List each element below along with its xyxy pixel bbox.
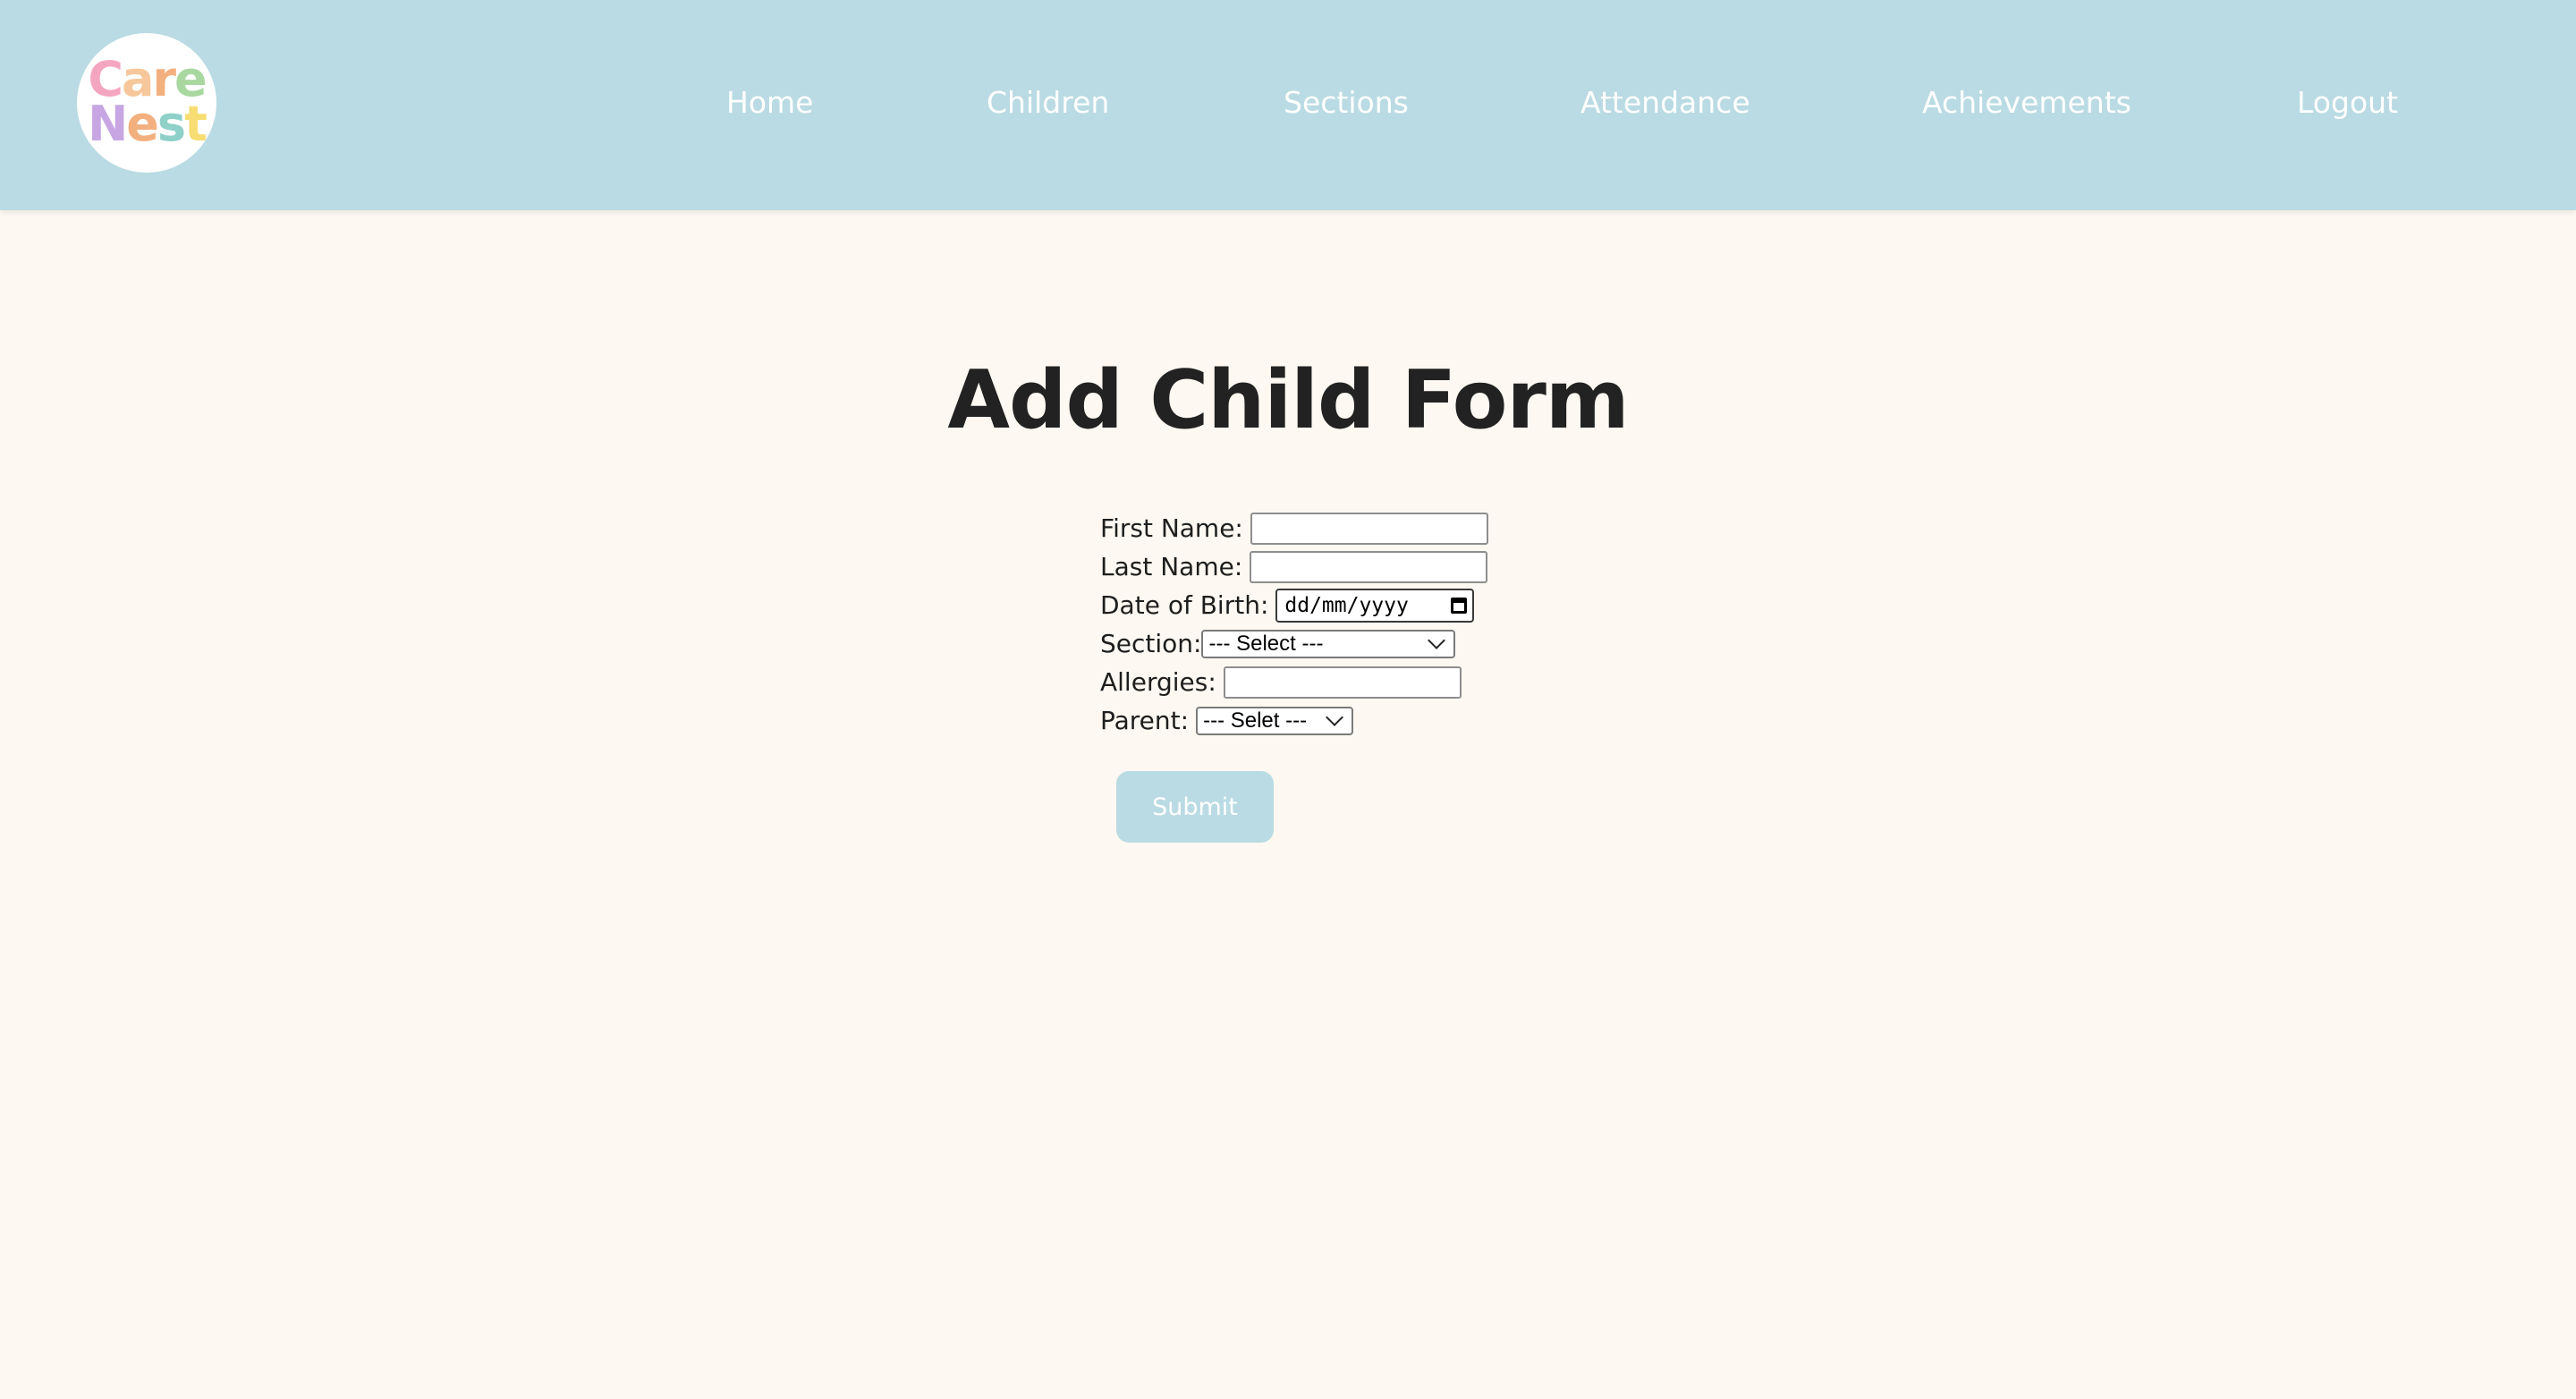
allergies-input[interactable] — [1223, 666, 1462, 699]
section-select[interactable]: --- Select --- — [1201, 629, 1456, 658]
top-navigation-bar: Care Nest Home Children Sections Attenda… — [0, 0, 2576, 210]
nav-link-sections[interactable]: Sections — [1284, 85, 1409, 120]
first-name-row: First Name: — [1100, 509, 1488, 547]
parent-label: Parent: — [1100, 706, 1190, 735]
section-label: Section: — [1100, 629, 1202, 658]
parent-selected-value: --- Selet --- — [1203, 708, 1308, 733]
nav-link-achievements[interactable]: Achievements — [1922, 85, 2131, 120]
main-nav: Home Children Sections Attendance Achiev… — [0, 0, 2576, 210]
add-child-form: First Name: Last Name: Date of Birth: dd… — [1100, 509, 1488, 740]
nav-link-children[interactable]: Children — [987, 85, 1109, 120]
calendar-icon[interactable] — [1451, 597, 1468, 614]
submit-button[interactable]: Submit — [1116, 771, 1274, 843]
dob-placeholder: dd/mm/yyyy — [1284, 593, 1409, 617]
last-name-row: Last Name: — [1100, 547, 1488, 586]
chevron-down-icon — [1428, 631, 1446, 649]
section-selected-value: --- Select --- — [1208, 631, 1324, 656]
chevron-down-icon — [1326, 708, 1343, 726]
allergies-row: Allergies: — [1100, 663, 1488, 701]
first-name-label: First Name: — [1100, 513, 1243, 543]
nav-link-home[interactable]: Home — [726, 85, 813, 120]
last-name-label: Last Name: — [1100, 552, 1243, 581]
page-title: Add Child Form — [947, 353, 1629, 447]
dob-label: Date of Birth: — [1100, 590, 1269, 620]
last-name-input[interactable] — [1250, 550, 1488, 583]
dob-date-input[interactable]: dd/mm/yyyy — [1275, 588, 1475, 623]
first-name-input[interactable] — [1250, 512, 1488, 545]
nav-link-attendance[interactable]: Attendance — [1580, 85, 1750, 120]
nav-link-logout[interactable]: Logout — [2297, 85, 2398, 120]
dob-row: Date of Birth: dd/mm/yyyy — [1100, 586, 1488, 624]
allergies-label: Allergies: — [1100, 667, 1216, 697]
section-row: Section: --- Select --- — [1100, 624, 1488, 663]
parent-select[interactable]: --- Selet --- — [1196, 706, 1354, 735]
parent-row: Parent: --- Selet --- — [1100, 701, 1488, 740]
